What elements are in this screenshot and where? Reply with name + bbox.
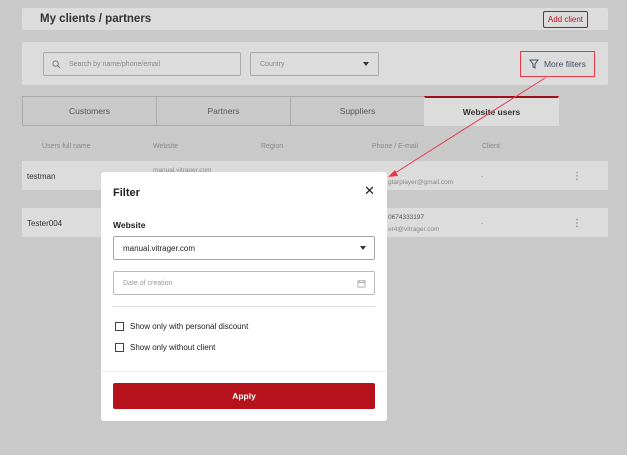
search-placeholder: Search by name/phone/email: [69, 60, 161, 68]
tab-partners[interactable]: Partners: [156, 96, 291, 126]
page-header: My clients / partners Add client: [22, 8, 608, 30]
more-filters-label: More filters: [543, 59, 587, 69]
close-icon[interactable]: ✕: [364, 183, 375, 199]
apply-button[interactable]: Apply: [113, 383, 375, 409]
column-header: Website: [153, 143, 179, 150]
user-client: -: [481, 173, 484, 180]
add-client-button[interactable]: Add client: [542, 11, 588, 28]
tab-website-users[interactable]: Website users: [424, 96, 559, 126]
no-client-checkbox[interactable]: [115, 343, 124, 352]
row-menu-icon[interactable]: ⋮: [572, 171, 582, 182]
table-header: Users full name Website Region Phone / E…: [22, 143, 608, 155]
search-input[interactable]: Search by name/phone/email: [43, 52, 241, 76]
funnel-icon: [528, 59, 539, 69]
user-name: testman: [27, 172, 56, 181]
date-of-creation-input[interactable]: Date of creation: [113, 271, 375, 295]
user-phone: 0674333197: [388, 214, 425, 221]
user-client: -: [481, 220, 484, 227]
website-label: Website: [113, 220, 146, 230]
user-email: er4@vitrager.com: [388, 226, 440, 233]
divider: [113, 306, 375, 307]
client-tabs: Customers Partners Suppliers Website use…: [22, 96, 559, 126]
calendar-icon: [357, 279, 366, 288]
column-header: Client: [482, 143, 500, 150]
page-title: My clients / partners: [40, 13, 152, 25]
tab-suppliers[interactable]: Suppliers: [290, 96, 425, 126]
website-value: manual.vitrager.com: [123, 243, 196, 253]
country-placeholder: Country: [260, 60, 285, 68]
column-header: Phone / E-mail: [372, 143, 418, 150]
user-name: Tester004: [27, 219, 63, 228]
discount-checkbox-row[interactable]: Show only with personal discount: [115, 322, 248, 331]
user-email: gtarplayer@gmail.com: [388, 179, 454, 186]
filter-bar: Search by name/phone/email Country More …: [22, 42, 608, 85]
modal-title: Filter: [113, 187, 140, 199]
discount-checkbox[interactable]: [115, 322, 124, 331]
filter-modal: Filter ✕ Website manual.vitrager.com Dat…: [101, 172, 387, 421]
search-icon: [52, 59, 61, 68]
no-client-checkbox-row[interactable]: Show only without client: [115, 343, 215, 352]
date-placeholder: Date of creation: [123, 279, 173, 287]
chevron-down-icon: [360, 246, 366, 250]
more-filters-button[interactable]: More filters: [520, 51, 595, 77]
chevron-down-icon: [363, 62, 369, 66]
column-header: Region: [261, 143, 284, 150]
column-header: Users full name: [42, 143, 91, 150]
divider: [101, 371, 387, 372]
website-select[interactable]: manual.vitrager.com: [113, 236, 375, 260]
tab-customers[interactable]: Customers: [22, 96, 157, 126]
no-client-checkbox-label: Show only without client: [130, 343, 216, 352]
discount-checkbox-label: Show only with personal discount: [130, 322, 249, 331]
row-menu-icon[interactable]: ⋮: [572, 218, 582, 229]
country-select[interactable]: Country: [250, 52, 379, 76]
